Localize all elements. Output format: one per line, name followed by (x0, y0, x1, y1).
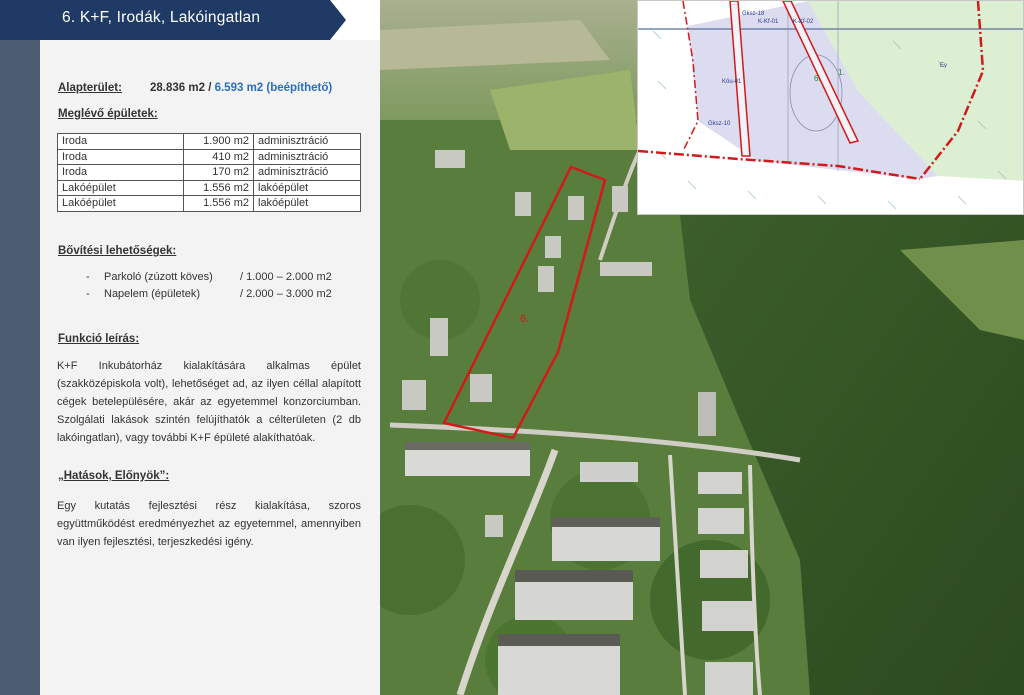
zone-label: Gksz-10 (708, 121, 731, 127)
building-size: 1.556 m2 (183, 179, 254, 196)
building-name: Iroda (57, 133, 184, 150)
zone-label: Ev (940, 63, 947, 69)
building-use: lakóépület (253, 179, 361, 196)
effects-heading: „Hatások, Előnyök”: (58, 470, 170, 482)
expansion-heading: Bővítési lehetőségek: (58, 245, 177, 257)
building-use: adminisztráció (253, 148, 361, 165)
zoning-map-inset: Gksz-18 K-Kf-01 K-Kf-02 Köu-01 Gksz-10 E… (637, 0, 1024, 215)
zone-number: 1. (838, 68, 845, 77)
plot-label: 6. (520, 313, 529, 325)
expansion-range: / 2.000 – 3.000 m2 (240, 288, 332, 300)
building-use: lakóépület (253, 195, 361, 212)
existing-heading: Meglévő épületek: (58, 108, 158, 120)
side-strip (0, 0, 40, 695)
area-buildable: 6.593 m2 (beépíthető) (214, 82, 333, 94)
expansion-range: / 1.000 – 2.000 m2 (240, 271, 332, 283)
building-size: 1.900 m2 (183, 133, 254, 150)
table-row: Iroda 410 m2 adminisztráció (57, 148, 361, 165)
table-row: Lakóépület 1.556 m2 lakóépület (57, 195, 361, 212)
zone-label: Köu-01 (722, 79, 742, 85)
table-row: Iroda 1.900 m2 adminisztráció (57, 133, 361, 150)
building-name: Iroda (57, 164, 184, 181)
table-row: Iroda 170 m2 adminisztráció (57, 164, 361, 181)
zone-label: K-Kf-02 (793, 19, 814, 25)
zone-label: Gksz-18 (742, 11, 765, 17)
area-total: 28.836 m2 (150, 82, 205, 94)
table-row: Lakóépület 1.556 m2 lakóépület (57, 179, 361, 196)
building-use: adminisztráció (253, 164, 361, 181)
building-size: 170 m2 (183, 164, 254, 181)
area-label: Alapterület: (58, 82, 122, 94)
list-dash: - (86, 288, 90, 300)
building-size: 410 m2 (183, 148, 254, 165)
list-dash: - (86, 271, 90, 283)
effects-text: Egy kutatás fejlesztési rész kialakítása… (57, 500, 361, 548)
building-name: Iroda (57, 148, 184, 165)
side-strip-lower (0, 40, 40, 695)
area-separator: / (205, 82, 215, 94)
building-size: 1.556 m2 (183, 195, 254, 212)
expansion-name: Parkoló (zúzott köves) (104, 271, 213, 283)
existing-buildings-table: Iroda 1.900 m2 adminisztráció Iroda 410 … (57, 133, 361, 212)
zoning-map-svg: Gksz-18 K-Kf-01 K-Kf-02 Köu-01 Gksz-10 E… (638, 1, 1023, 214)
area-values-wrap: 28.836 m2 / 6.593 m2 (beépíthető) (150, 82, 332, 94)
page-title: 6. K+F, Irodák, Lakóingatlan (62, 9, 261, 26)
function-text: K+F Inkubátorház kialakítására alkalmas … (57, 360, 361, 444)
function-heading: Funkció leírás: (58, 333, 140, 345)
building-use: adminisztráció (253, 133, 361, 150)
zone-number: 6. (814, 74, 821, 83)
building-name: Lakóépület (57, 195, 184, 212)
building-name: Lakóépület (57, 179, 184, 196)
zone-label: K-Kf-01 (758, 19, 779, 25)
expansion-name: Napelem (épületek) (104, 288, 200, 300)
